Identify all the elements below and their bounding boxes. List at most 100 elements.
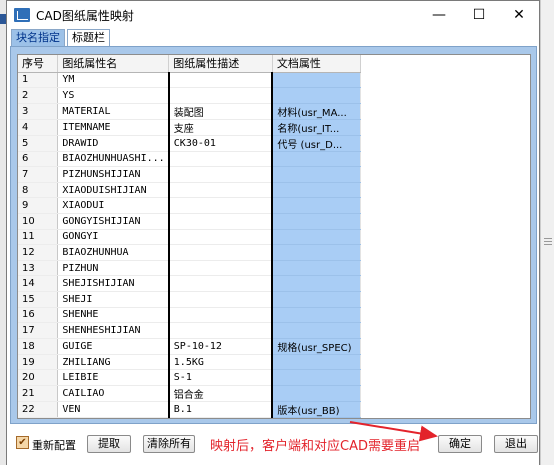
reconfigure-label[interactable]: 重新配置 [32,437,76,453]
document-attr-cell[interactable] [272,322,361,339]
row-index-cell[interactable]: 20 [18,369,59,386]
attr-name-cell[interactable]: YS [57,87,170,104]
attr-name-cell[interactable]: MATERIAL [57,103,170,120]
tab-block-name[interactable]: 块名指定 [11,29,65,46]
table-row[interactable]: 2 YS [18,87,530,104]
document-attr-cell[interactable]: 名称(usr_IT... [272,119,361,136]
row-index-cell[interactable]: 4 [18,119,59,136]
attr-name-cell[interactable]: ZHILIANG [57,354,170,371]
attr-name-cell[interactable]: XIAODUISHIJIAN [57,182,170,199]
row-index-cell[interactable]: 7 [18,166,59,183]
table-row[interactable]: 4 ITEMNAME 支座 名称(usr_IT... [18,119,530,136]
document-attr-cell[interactable] [272,307,361,324]
reconfigure-checkbox[interactable]: ✔ [16,436,29,449]
attr-name-cell[interactable]: DRAWID [57,135,170,152]
table-row[interactable]: 3 MATERIAL 装配图 材料(usr_MA... [18,103,530,120]
row-index-cell[interactable]: 14 [18,275,59,293]
table-row[interactable]: 12 BIAOZHUNHUA [18,244,530,261]
table-row[interactable]: 7 PIZHUNSHIJIAN [18,166,530,183]
document-attr-cell[interactable] [272,244,361,261]
document-attr-cell[interactable]: 规格(usr_SPEC) [272,338,361,355]
title-bar[interactable]: CAD图纸属性映射 — ☐ ✕ [7,1,539,29]
attr-desc-cell[interactable] [168,182,274,199]
document-attr-cell[interactable] [272,354,361,371]
attr-desc-cell[interactable] [168,213,274,230]
attr-desc-cell[interactable] [168,291,274,308]
attr-desc-cell[interactable] [168,260,274,277]
fetch-button[interactable]: 提取 [87,435,131,453]
document-attr-cell[interactable] [272,275,361,293]
attr-name-cell[interactable]: GONGYISHIJIAN [57,213,170,230]
table-row[interactable]: 19 ZHILIANG 1.5KG [18,354,530,371]
header-drawing-attr-name[interactable]: 图纸属性名 [57,55,170,73]
row-index-cell[interactable]: 8 [18,182,59,199]
attr-name-cell[interactable]: XIAODUI [57,197,170,215]
clear-all-button[interactable]: 清除所有 [143,435,195,453]
tab-title-block[interactable]: 标题栏 [67,29,110,46]
table-row[interactable]: 6 BIAOZHUNHUASHI... [18,151,530,168]
document-attr-cell[interactable]: 代号 (usr_D... [272,135,361,152]
document-attr-cell[interactable] [272,369,361,386]
table-row[interactable]: 15 SHEJI [18,291,530,308]
row-index-cell[interactable]: 16 [18,307,59,324]
attr-name-cell[interactable]: GUIGE [57,338,170,355]
row-index-cell[interactable]: 12 [18,244,59,261]
attr-name-cell[interactable]: PIZHUN [57,260,170,277]
document-attr-cell[interactable] [272,151,361,168]
attr-name-cell[interactable]: BIAOZHUNHUA [57,244,170,261]
attr-desc-cell[interactable]: B.1 [168,401,274,418]
attr-name-cell[interactable]: PIZHUNSHIJIAN [57,166,170,183]
row-index-cell[interactable]: 10 [18,213,59,230]
attr-desc-cell[interactable]: 支座 [168,119,274,136]
table-row[interactable]: 13 PIZHUN [18,260,530,277]
table-row[interactable]: 18 GUIGE SP-10-12 规格(usr_SPEC) [18,338,530,355]
header-drawing-attr-desc[interactable]: 图纸属性描述 [168,55,273,73]
table-row[interactable]: 20 LEIBIE S-1 [18,369,530,386]
document-attr-cell[interactable] [272,87,361,104]
attr-name-cell[interactable]: YM [57,72,170,89]
document-attr-cell[interactable]: 版本(usr_BB) [272,401,361,418]
table-row[interactable]: 22 VEN B.1 版本(usr_BB) [18,401,530,418]
attr-name-cell[interactable]: SHENHE [57,307,170,324]
row-index-cell[interactable]: 9 [18,197,59,215]
attr-desc-cell[interactable]: 1.5KG [168,354,274,371]
row-index-cell[interactable]: 13 [18,260,59,277]
document-attr-cell[interactable] [272,182,361,199]
attr-desc-cell[interactable] [168,72,274,89]
row-index-cell[interactable]: 15 [18,291,59,308]
document-attr-cell[interactable]: 材料(usr_MA... [272,103,361,120]
attr-name-cell[interactable]: SHEJISHIJIAN [57,275,170,293]
attr-desc-cell[interactable] [168,151,274,168]
table-row[interactable]: 16 SHENHE [18,307,530,324]
attr-desc-cell[interactable] [168,244,274,261]
table-row[interactable]: 10 GONGYISHIJIAN [18,213,530,230]
row-index-cell[interactable]: 11 [18,229,59,246]
attr-desc-cell[interactable] [168,229,274,246]
document-attr-cell[interactable] [272,197,361,215]
document-attr-cell[interactable] [272,72,361,89]
table-row[interactable]: 11 GONGYI [18,229,530,246]
table-row[interactable]: 21 CAILIAO 铝合金 [18,385,530,402]
attr-desc-cell[interactable]: 装配图 [168,103,274,120]
row-index-cell[interactable]: 3 [18,103,59,120]
attr-name-cell[interactable]: SHENHESHIJIAN [57,322,170,339]
header-index[interactable]: 序号 [18,55,59,73]
attr-desc-cell[interactable]: S-1 [168,369,274,386]
close-icon[interactable]: ✕ [499,1,539,29]
minimize-icon[interactable]: — [419,1,459,29]
attr-name-cell[interactable]: SHEJI [57,291,170,308]
attr-desc-cell[interactable] [168,197,274,215]
table-row[interactable]: 1 YM [18,72,530,89]
table-row[interactable]: 8 XIAODUISHIJIAN [18,182,530,199]
attr-name-cell[interactable]: CAILIAO [57,385,170,402]
table-row[interactable]: 9 XIAODUI [18,197,530,215]
attr-desc-cell[interactable] [168,87,274,104]
attr-desc-cell[interactable] [168,275,274,293]
document-attr-cell[interactable] [272,385,361,402]
row-index-cell[interactable]: 21 [18,385,59,402]
row-index-cell[interactable]: 17 [18,322,59,339]
row-index-cell[interactable]: 6 [18,151,59,168]
row-index-cell[interactable]: 1 [18,72,59,89]
attr-desc-cell[interactable]: SP-10-12 [168,338,274,355]
attr-name-cell[interactable]: ITEMNAME [57,119,170,136]
